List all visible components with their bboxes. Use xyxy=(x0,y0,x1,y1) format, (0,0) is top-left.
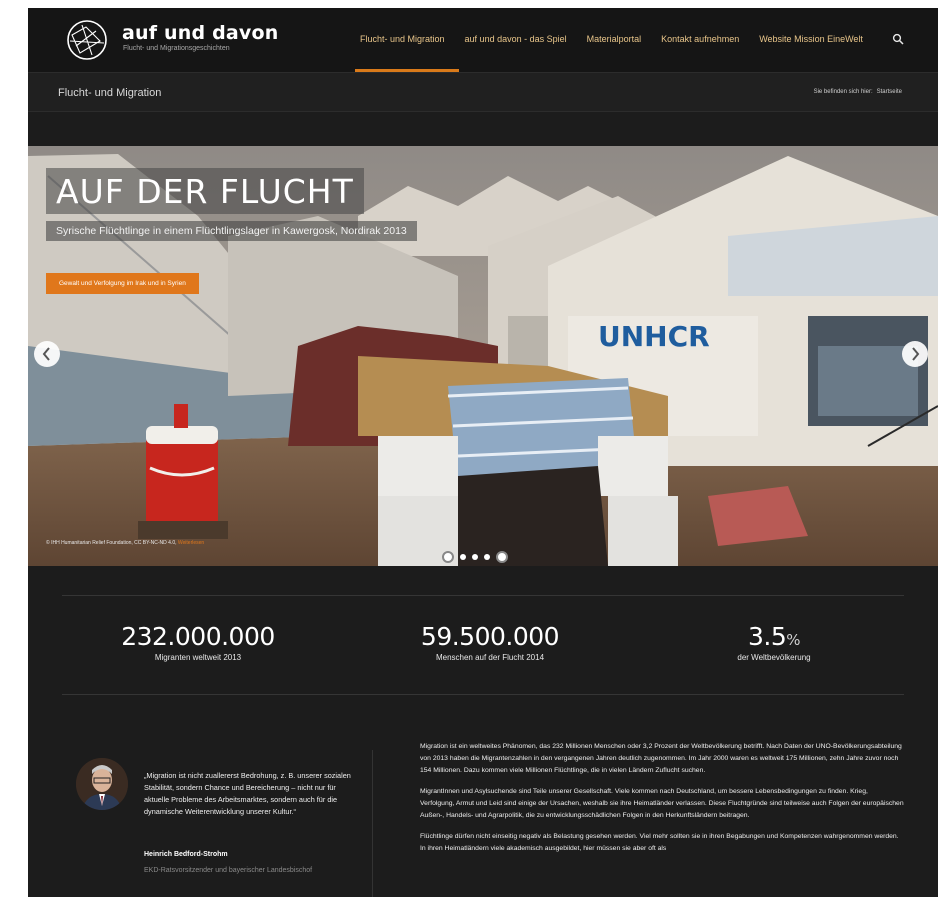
nav-item-materialportal[interactable]: Materialportal xyxy=(587,34,642,44)
avatar xyxy=(76,758,128,810)
stat-value: 59.500.000 xyxy=(360,622,620,651)
article-paragraph: Flüchtlinge dürfen nicht einseitig negat… xyxy=(420,833,899,852)
stat-world-population: 3.5% der Weltbevölkerung xyxy=(644,622,904,662)
stat-number: 3.5 xyxy=(747,622,787,651)
quote-text: „Migration ist nicht zuallererst Bedrohu… xyxy=(144,771,351,816)
stat-number: 59.500.000 xyxy=(420,622,560,651)
hero-headline: AUF DER FLUCHT xyxy=(46,168,364,214)
photo-credit: © IHH Humanitarian Relief Foundation, CC… xyxy=(46,540,204,546)
breadcrumb: Sie befinden sich hier: Startseite xyxy=(814,89,902,95)
chevron-left-icon xyxy=(42,347,50,361)
site-header: auf und davon Flucht- und Migrationsgesc… xyxy=(28,8,938,72)
unhcr-tent-text: UNHCR xyxy=(598,320,710,353)
slider-dot-4[interactable] xyxy=(484,554,490,560)
logo-icon[interactable] xyxy=(66,19,108,61)
search-icon[interactable] xyxy=(892,33,904,45)
page: auf und davon Flucht- und Migrationsgesc… xyxy=(28,8,938,897)
article-paragraph: MigrantInnen und Asylsuchende sind Teile… xyxy=(420,788,904,819)
article-body: Migration ist ein weltweites Phänomen, d… xyxy=(420,741,904,864)
photo-credit-link[interactable]: Weiterlesen xyxy=(178,540,204,546)
slider-prev-button[interactable] xyxy=(34,341,60,367)
stat-migrants: 232.000.000 Migranten weltweit 2013 xyxy=(68,622,328,662)
slider-dot-2[interactable] xyxy=(460,554,466,560)
slider-pagination xyxy=(442,551,508,563)
slider-dot-5[interactable] xyxy=(496,551,508,563)
stat-label: der Weltbevölkerung xyxy=(737,653,811,662)
portrait-image xyxy=(76,758,128,810)
photo-credit-text: © IHH Humanitarian Relief Foundation, CC… xyxy=(46,540,177,546)
nav-item-flucht-und-migration[interactable]: Flucht- und Migration xyxy=(360,34,445,44)
breadcrumb-home-link[interactable]: Startseite xyxy=(877,89,902,95)
article-paragraph: Migration ist ein weltweites Phänomen, d… xyxy=(420,743,902,774)
chevron-right-icon xyxy=(912,347,920,361)
title-bar: Flucht- und Migration Sie befinden sich … xyxy=(28,72,938,112)
brand-name[interactable]: auf und davon xyxy=(122,22,278,44)
page-title: Flucht- und Migration xyxy=(58,87,162,99)
nav-item-kontakt[interactable]: Kontakt aufnehmen xyxy=(661,34,739,44)
stat-number: 232.000.000 xyxy=(121,622,275,651)
stat-label: Migranten weltweit 2013 xyxy=(154,653,242,662)
stat-unit: % xyxy=(786,631,801,649)
column-divider xyxy=(372,750,373,897)
brand-tagline: Flucht- und Migrationsgeschichten xyxy=(123,45,230,52)
main-nav: Flucht- und Migration auf und davon - da… xyxy=(360,34,863,44)
slider-next-button[interactable] xyxy=(902,341,928,367)
stat-refugees: 59.500.000 Menschen auf der Flucht 2014 xyxy=(360,622,620,662)
slider-dot-3[interactable] xyxy=(472,554,478,560)
divider-top xyxy=(62,595,904,596)
breadcrumb-prefix: Sie befinden sich hier: xyxy=(813,89,873,95)
quote-author: Heinrich Bedford-Strohm xyxy=(144,851,228,858)
quote-author-role: EKD-Ratsvorsitzender und bayerischer Lan… xyxy=(144,867,313,874)
stat-value: 3.5% xyxy=(644,622,904,651)
nav-item-spiel[interactable]: auf und davon - das Spiel xyxy=(465,34,567,44)
nav-item-mission-einewelt[interactable]: Website Mission EineWelt xyxy=(759,34,863,44)
hero-subheadline: Syrische Flüchtlinge in einem Flüchtling… xyxy=(46,221,417,241)
hero-cta-button[interactable]: Gewalt und Verfolgung im Irak und in Syr… xyxy=(46,273,199,294)
stat-label: Menschen auf der Flucht 2014 xyxy=(435,653,545,662)
divider-bottom xyxy=(62,694,904,695)
slider-dot-1[interactable] xyxy=(442,551,454,563)
hero-slider: UNHCR AUF DER FLUCHT Syrische Flüchtling… xyxy=(28,146,938,566)
stat-value: 232.000.000 xyxy=(68,622,328,651)
